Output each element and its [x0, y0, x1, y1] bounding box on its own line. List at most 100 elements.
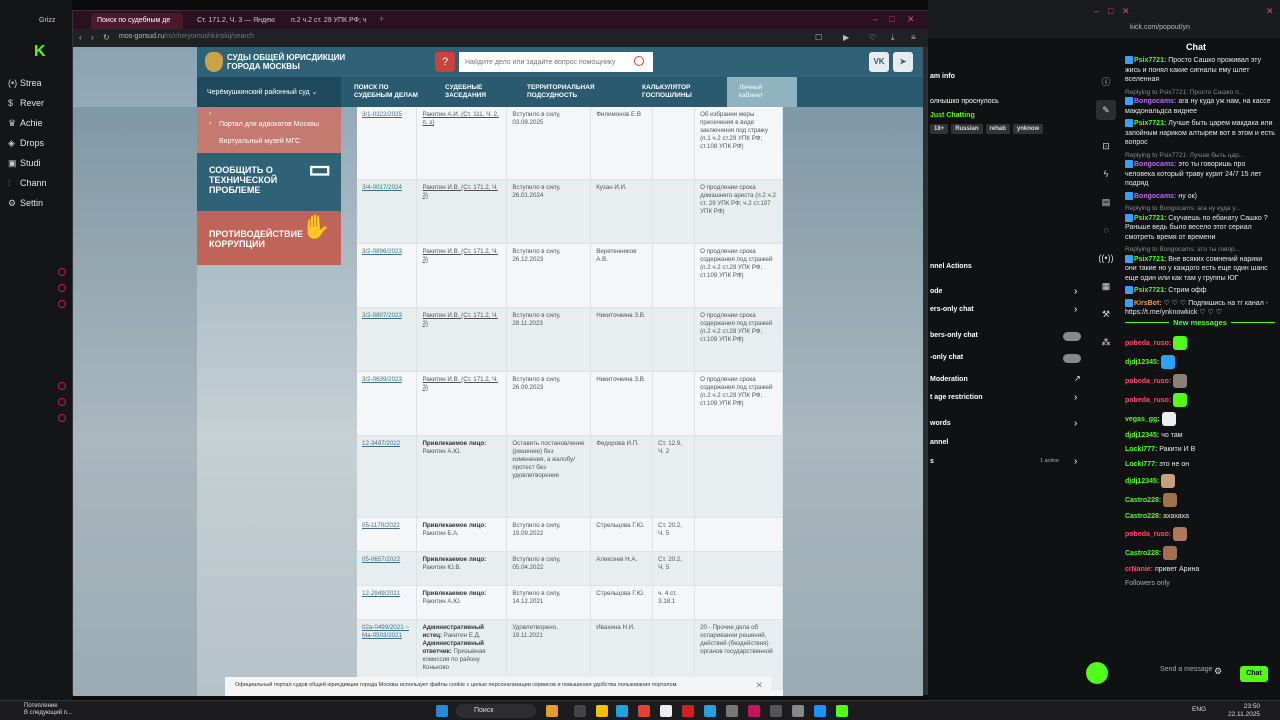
app-icon[interactable]	[574, 705, 586, 717]
circle-icon[interactable]	[58, 382, 66, 390]
app-icon[interactable]	[546, 705, 558, 717]
action-subscribers-only[interactable]: bers-only chat	[930, 332, 978, 339]
subscribers-only-toggle[interactable]	[1063, 332, 1081, 341]
nav-jurisdiction[interactable]: Территориальная подсудность	[527, 84, 607, 100]
action-age-restriction[interactable]: t age restriction	[930, 394, 983, 401]
chat-username[interactable]: Castro228:	[1125, 497, 1161, 504]
chat-username[interactable]: Bongocams:	[1134, 98, 1176, 105]
chevron-right-icon[interactable]: ›	[1074, 392, 1077, 403]
wrench-icon[interactable]: ⚒	[1096, 304, 1116, 324]
message-input[interactable]: Send a message	[1160, 666, 1213, 673]
circle-icon[interactable]	[58, 414, 66, 422]
forward-icon[interactable]: ›	[91, 33, 94, 42]
target-icon[interactable]: ⊡	[1096, 136, 1116, 156]
reply-preview[interactable]: Replying to Bongocams: это ты говор...	[1125, 245, 1275, 255]
case-number-link[interactable]: 3/2-0896/2023	[357, 243, 418, 307]
chat-username[interactable]: djdj12345:	[1125, 478, 1159, 485]
circle-icon[interactable]	[58, 300, 66, 308]
maximize-icon[interactable]: □	[1108, 6, 1113, 16]
reply-preview[interactable]: Replying to Psix7721: Лучше быть цар...	[1125, 151, 1275, 161]
case-number-link[interactable]: 3/1-0322/2025	[357, 107, 418, 179]
chat-username[interactable]: KirsBot:	[1134, 300, 1162, 307]
lightning-icon[interactable]: ϟ	[1096, 164, 1116, 184]
new-tab-icon[interactable]: +	[379, 14, 384, 24]
nav-case-search[interactable]: Поиск по судебным делам	[354, 84, 424, 100]
chat-username[interactable]: Psix7721:	[1134, 215, 1166, 222]
circle-icon[interactable]	[58, 398, 66, 406]
report-problem-block[interactable]: СООБЩИТЬ О ТЕХНИЧЕСКОЙ ПРОБЛЕМЕ ▭	[197, 153, 341, 211]
action-links[interactable]: s	[930, 458, 934, 465]
anti-corruption-block[interactable]: ПРОТИВОДЕЙСТВИЕ КОРРУПЦИИ ✋	[197, 211, 341, 265]
chat-username[interactable]: vegas_gg:	[1125, 415, 1160, 422]
case-number-link[interactable]: 05-1170/2022	[357, 517, 418, 551]
sidebar-item-stream[interactable]: (•) Strea	[8, 78, 42, 88]
party-name[interactable]: Ракитин И.В. (Ст. 171.2, Ч. 3)	[422, 184, 498, 199]
telegram-button[interactable]: ➤	[893, 52, 913, 72]
chat-username[interactable]: crNanie:	[1125, 566, 1153, 573]
chat-send-button[interactable]: Chat	[1240, 666, 1268, 682]
chat-username[interactable]: pobeda_ruso:	[1125, 530, 1171, 537]
action-channel[interactable]: annel	[930, 439, 948, 446]
chat-username[interactable]: Bongocams:	[1134, 161, 1176, 168]
stream-category[interactable]: Just Chatting	[930, 112, 975, 119]
folder-icon[interactable]	[596, 705, 608, 717]
tab-upk[interactable]: п.2 ч.2 ст. 29 УПК РФ; ч	[285, 13, 373, 29]
chat-username[interactable]: Bongocams:	[1134, 193, 1176, 200]
chevron-right-icon[interactable]: ›	[1074, 418, 1077, 429]
party-name[interactable]: Ракитин А.И. (Ст. 111, Ч. 2, п. з)	[422, 111, 498, 126]
sidebar-item-achievements[interactable]: ♛ Achie	[8, 118, 43, 129]
menu-icon[interactable]: ≡	[911, 33, 916, 42]
tab-court-search[interactable]: Поиск по судебным де	[91, 13, 183, 29]
sidebar-item-channel[interactable]: ⫶ Chann	[8, 178, 47, 189]
action-moderation[interactable]: Moderation	[930, 376, 968, 383]
reload-icon[interactable]: ↻	[103, 33, 110, 42]
chat-username[interactable]: pobeda_ruso:	[1125, 377, 1171, 384]
chat-username[interactable]: pobeda_ruso:	[1125, 396, 1171, 403]
app-icon[interactable]	[792, 705, 804, 717]
case-number-link[interactable]: 3/2-0807/2023	[357, 307, 418, 371]
chat-username[interactable]: Locki777:	[1125, 461, 1157, 468]
document-icon[interactable]: ▤	[1096, 192, 1116, 212]
case-number-link[interactable]: 12-2949/2021	[357, 585, 418, 619]
sidebar-item-studio[interactable]: ▣ Studi	[8, 158, 41, 169]
chat-url[interactable]: kick.com/popout/yn	[1130, 24, 1190, 31]
play-icon[interactable]: ▶	[843, 33, 849, 42]
weather-widget[interactable]: Потепление В следующий п...	[24, 703, 72, 717]
app-icon[interactable]	[638, 705, 650, 717]
tab-yandex[interactable]: Ст. 171.2, Ч. 3 — Яндекс	[191, 13, 275, 29]
action-emote-only[interactable]: -only chat	[930, 354, 963, 361]
close-icon[interactable]: ✕	[907, 14, 915, 25]
chat-username[interactable]: Psix7721:	[1134, 287, 1166, 294]
chat-username[interactable]: Psix7721:	[1134, 256, 1166, 263]
gear-icon[interactable]: ⚙	[1214, 666, 1222, 677]
case-number-link[interactable]: 12-3497/2022	[357, 435, 418, 517]
party-name[interactable]: Ракитин И.В. (Ст. 171.2, Ч. 3)	[422, 312, 498, 327]
app-icon[interactable]	[814, 705, 826, 717]
app-icon[interactable]	[660, 705, 672, 717]
search-input[interactable]	[459, 52, 653, 72]
app-icon[interactable]	[836, 705, 848, 717]
sidebar-item-revenue[interactable]: $ Rever	[8, 98, 44, 108]
vk-button[interactable]: VK	[869, 52, 889, 72]
help-button[interactable]: ?	[435, 52, 455, 72]
sidebar-item-drops[interactable]: ◈ Drops	[8, 138, 44, 149]
language-indicator[interactable]: ENG	[1192, 706, 1206, 713]
chat-icon[interactable]: ◌	[1096, 220, 1116, 240]
url-field[interactable]: mos-gorsud.ru/rs/cheryomushkinskij/searc…	[119, 33, 254, 40]
layout-icon[interactable]: ▦	[1096, 276, 1116, 296]
side-link-lawyers-portal[interactable]: Портал для адвокатов Москвы	[197, 117, 341, 134]
nav-fee-calculator[interactable]: Калькулятор госпошлины	[642, 84, 706, 100]
chevron-right-icon[interactable]: ›	[1074, 456, 1077, 467]
chat-username[interactable]: Psix7721:	[1134, 57, 1166, 64]
kick-fab-icon[interactable]	[1086, 662, 1108, 684]
side-link-partial[interactable]	[197, 107, 341, 117]
close-icon[interactable]: ✕	[755, 680, 763, 691]
side-link-virtual-museum[interactable]: Виртуальный музей МГС	[197, 134, 341, 153]
chat-username[interactable]: djdj12345:	[1125, 432, 1159, 439]
reply-preview[interactable]: Replying to Psix7721: Просто Сашко п...	[1125, 88, 1275, 98]
chat-username[interactable]: Castro228:	[1125, 513, 1161, 520]
case-number-link[interactable]: 3/2-0639/2023	[357, 371, 418, 435]
info-icon[interactable]: ⓘ	[1096, 72, 1116, 92]
clock[interactable]: 23:50 22.11.2025	[1228, 703, 1260, 719]
start-icon[interactable]	[436, 705, 448, 717]
